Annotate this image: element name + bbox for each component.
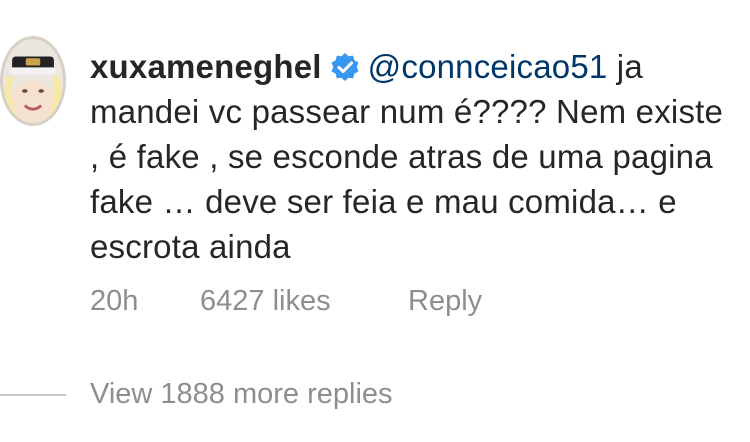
likes-count[interactable]: 6427 likes <box>200 285 408 318</box>
user-avatar-icon[interactable] <box>0 36 66 126</box>
comment-timestamp[interactable]: 20h <box>90 285 200 318</box>
comment-body: xuxameneghel @connceicao51 ja mandei vc p… <box>90 44 740 269</box>
replies-divider-line <box>0 393 66 396</box>
view-more-replies-button[interactable]: View 1888 more replies <box>0 378 393 411</box>
comment: xuxameneghel @connceicao51 ja mandei vc p… <box>0 0 750 442</box>
avatar-image <box>3 40 63 123</box>
reply-button[interactable]: Reply <box>408 285 482 318</box>
comment-meta: 20h 6427 likes Reply <box>90 285 482 318</box>
verified-badge-icon <box>330 52 360 82</box>
comment-text: xuxameneghel @connceicao51 ja mandei vc p… <box>90 44 740 269</box>
view-replies-label: View 1888 more replies <box>90 378 393 410</box>
username-link[interactable]: xuxameneghel <box>90 48 322 85</box>
mention-link[interactable]: @connceicao51 <box>368 48 608 85</box>
